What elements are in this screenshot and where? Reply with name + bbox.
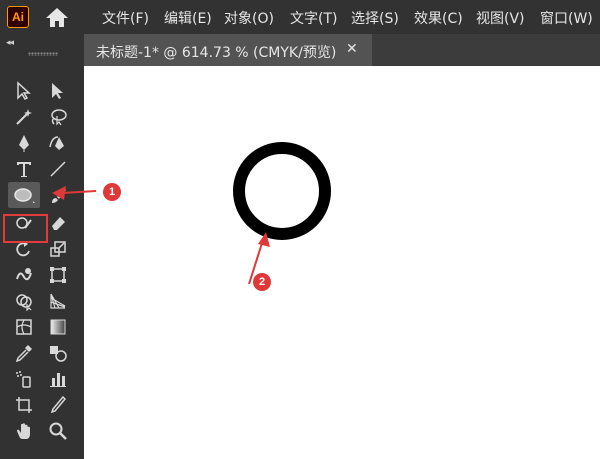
annotation-arrows	[52, 186, 270, 285]
annotation-arrowhead-2	[258, 232, 270, 247]
annotation-badge-2: 2	[253, 273, 271, 291]
annotation-badge-1: 1	[103, 183, 121, 201]
annotation-arrowhead-1	[52, 186, 66, 200]
annotation-arrow-1	[61, 190, 97, 194]
